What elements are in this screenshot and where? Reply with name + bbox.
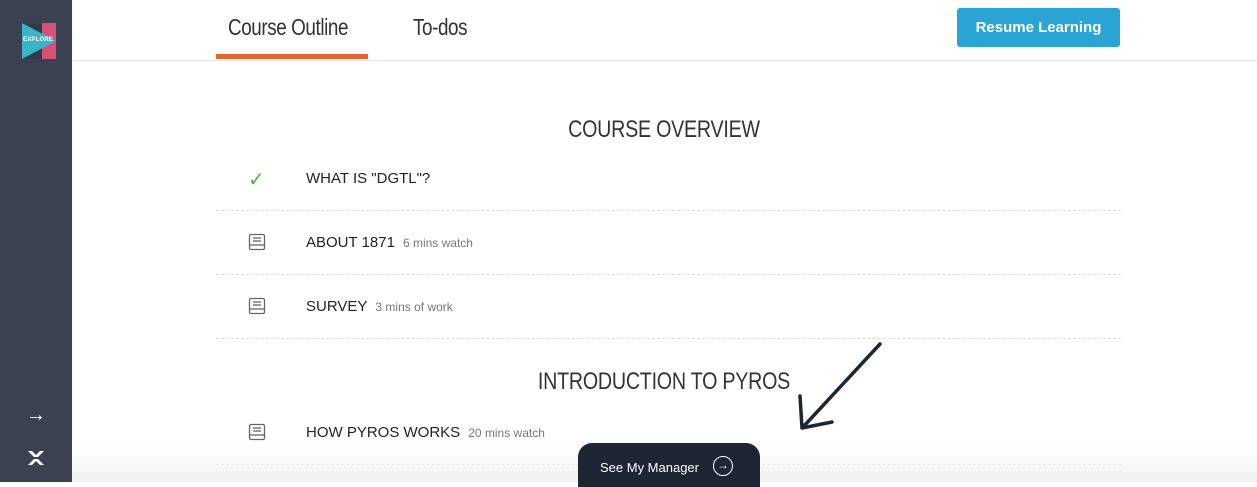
sidebar: EXPLORE → — [0, 0, 72, 482]
resume-learning-button[interactable]: Resume Learning — [957, 8, 1120, 47]
logo-text: EXPLORE — [23, 37, 54, 43]
see-my-manager-button[interactable]: See My Manager → — [578, 443, 760, 487]
document-icon — [248, 297, 266, 315]
item-label: SURVEY — [306, 298, 368, 315]
item-duration: 6 mins watch — [402, 236, 473, 250]
section-title-introduction-to-pyros: INTRODUCTION TO PYROS — [537, 368, 791, 395]
list-item[interactable]: SURVEY 3 mins of work — [216, 274, 1121, 339]
see-my-manager-label: See My Manager — [600, 460, 699, 475]
arrow-right-icon[interactable]: → — [26, 404, 46, 427]
tab-course-outline[interactable]: Course Outline — [228, 14, 348, 41]
item-duration: 20 mins watch — [468, 426, 545, 440]
brand-mark-icon[interactable] — [27, 449, 45, 472]
tab-todos[interactable]: To-dos — [413, 14, 468, 41]
explore-logo[interactable]: EXPLORE — [22, 23, 56, 59]
active-tab-indicator — [216, 54, 368, 59]
check-icon: ✓ — [248, 169, 265, 191]
arrow-right-circle-icon: → — [713, 456, 733, 476]
item-duration: 3 mins of work — [375, 300, 453, 314]
annotation-arrow-icon — [798, 342, 882, 430]
section-title-course-overview: COURSE OVERVIEW — [568, 116, 760, 143]
top-nav: Course Outline To-dos Resume Learning — [72, 0, 1257, 61]
list-item[interactable]: ABOUT 1871 6 mins watch — [216, 210, 1121, 275]
item-label: WHAT IS "DGTL"? — [306, 170, 431, 187]
item-label: ABOUT 1871 — [306, 234, 395, 251]
document-icon — [248, 233, 266, 251]
document-icon — [248, 423, 266, 441]
item-label: HOW PYROS WORKS — [306, 424, 461, 441]
list-item[interactable]: ✓ WHAT IS "DGTL"? — [216, 146, 1121, 211]
